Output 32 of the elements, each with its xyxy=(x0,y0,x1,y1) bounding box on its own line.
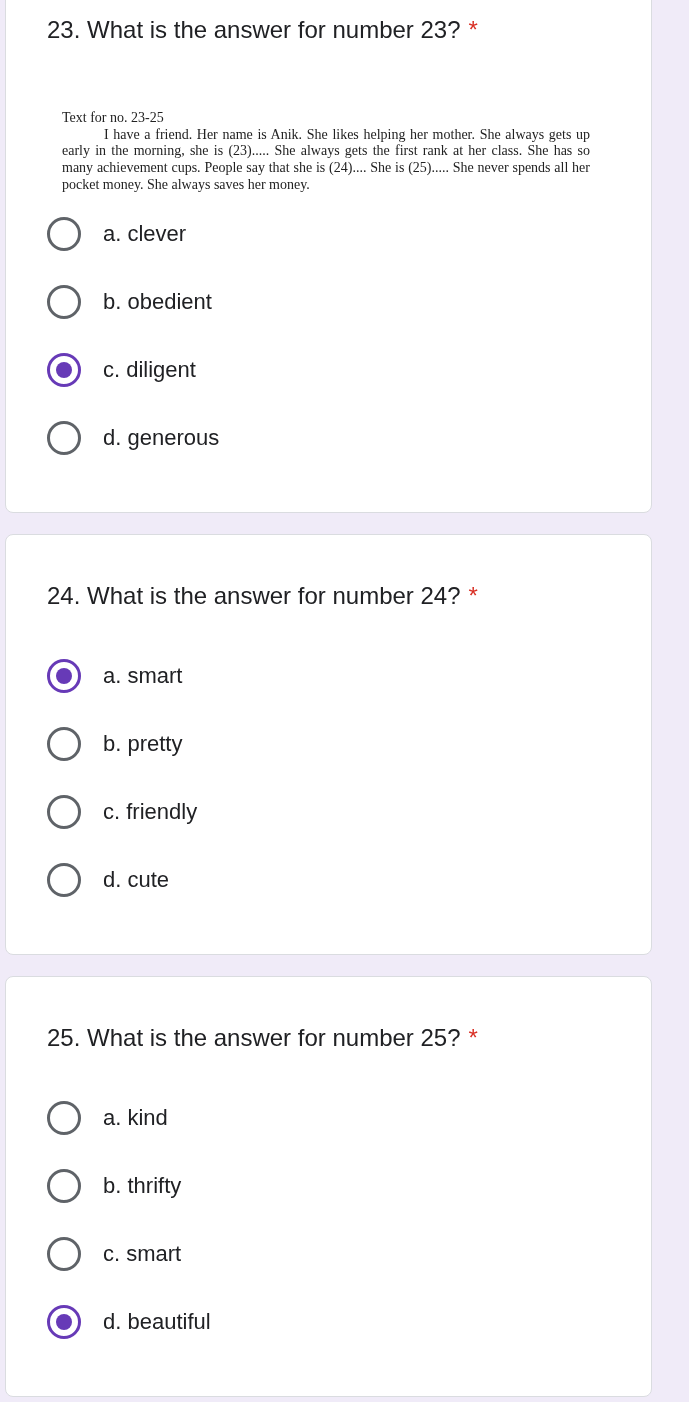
option-label[interactable]: c. diligent xyxy=(103,355,196,384)
radio-button[interactable] xyxy=(47,284,81,319)
radio-button[interactable] xyxy=(47,794,81,829)
radio-button[interactable] xyxy=(47,1304,81,1339)
passage-heading: Text for no. 23-25 xyxy=(62,110,165,127)
radio-button[interactable] xyxy=(47,420,81,455)
option-label[interactable]: c. smart xyxy=(103,1239,182,1268)
passage-paragraph: I have a friend. Her name is Anik. She likes helping her mother. She always gets up early in the morning, she is (23)..... She always gets the first rank at her class. She has so many achievement cups. People say that she is (24).... She is (25)..... She never spends all her pocket money. She always saves her money. xyxy=(62,126,590,194)
option-label[interactable]: d. generous xyxy=(103,423,220,452)
option-label[interactable]: b. pretty xyxy=(103,729,183,758)
option-label[interactable]: d. cute xyxy=(103,865,170,894)
option-label[interactable]: d. beautiful xyxy=(103,1307,211,1336)
radio-button[interactable] xyxy=(47,726,81,761)
radio-button[interactable] xyxy=(47,216,81,251)
radio-button[interactable] xyxy=(47,352,81,387)
question-title: 24. What is the answer for number 24? xyxy=(47,580,461,611)
question-title: 25. What is the answer for number 25? xyxy=(47,1022,461,1053)
radio-button[interactable] xyxy=(47,862,81,897)
radio-button[interactable] xyxy=(47,658,81,693)
option-label[interactable]: a. clever xyxy=(103,219,187,248)
option-label[interactable]: b. thrifty xyxy=(103,1171,182,1200)
required-mark: * xyxy=(468,1022,478,1053)
question-title: 23. What is the answer for number 23? xyxy=(47,15,461,45)
radio-button[interactable] xyxy=(47,1168,81,1203)
option-label[interactable]: b. obedient xyxy=(103,287,212,316)
radio-button[interactable] xyxy=(47,1100,81,1135)
required-mark: * xyxy=(468,580,478,611)
option-label[interactable]: a. kind xyxy=(103,1103,168,1132)
required-mark: * xyxy=(468,15,478,45)
option-label[interactable]: c. friendly xyxy=(103,797,198,826)
option-label[interactable]: a. smart xyxy=(103,661,183,690)
radio-button[interactable] xyxy=(47,1236,81,1271)
